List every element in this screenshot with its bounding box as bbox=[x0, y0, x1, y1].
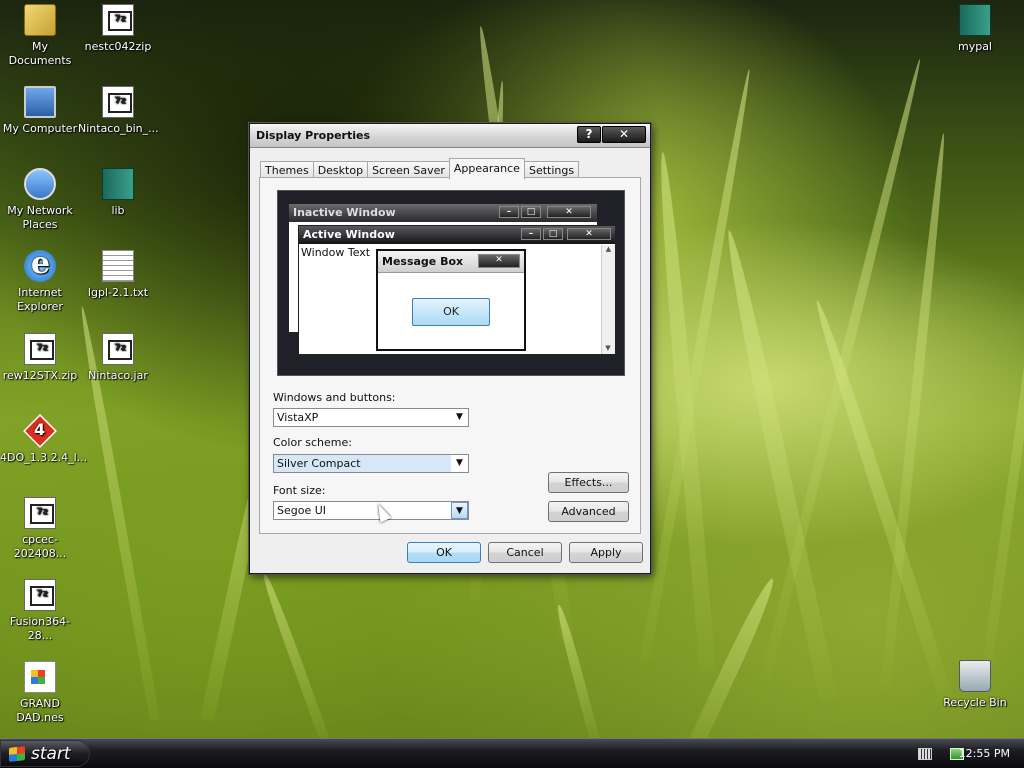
display-properties-dialog: Display Properties ? ✕ Themes Desktop Scre… bbox=[249, 123, 651, 574]
cancel-button[interactable]: Cancel bbox=[488, 542, 562, 563]
appearance-preview: Inactive Window – □ ✕ Active Window – □ … bbox=[277, 190, 625, 376]
book-icon bbox=[102, 168, 134, 200]
ok-button[interactable]: OK bbox=[407, 542, 481, 563]
4do-app-icon: 4 bbox=[23, 414, 57, 448]
desktop-icon-my-network-places[interactable]: My Network Places bbox=[0, 168, 80, 232]
archive-7z-icon bbox=[102, 4, 134, 36]
internet-explorer-icon bbox=[24, 246, 56, 282]
clock[interactable]: 12:55 PM bbox=[959, 747, 1010, 760]
chevron-down-icon: ▼ bbox=[451, 455, 468, 472]
minimize-icon: – bbox=[521, 228, 541, 240]
help-icon: ? bbox=[585, 127, 593, 141]
archive-7z-icon bbox=[24, 579, 56, 611]
desktop-icon-recycle-bin[interactable]: Recycle Bin bbox=[935, 660, 1015, 710]
effects-button[interactable]: Effects... bbox=[548, 472, 629, 493]
maximize-icon: □ bbox=[543, 228, 563, 240]
close-icon: ✕ bbox=[567, 228, 611, 240]
color-scheme-label: Color scheme: bbox=[273, 436, 352, 449]
windows-buttons-select[interactable]: VistaXP ▼ bbox=[273, 408, 469, 427]
close-icon: ✕ bbox=[478, 254, 520, 268]
preview-active-title: Active Window bbox=[303, 228, 395, 241]
font-size-select[interactable]: Segoe UI ▼ bbox=[273, 501, 469, 520]
scroll-down-icon: ▼ bbox=[605, 344, 611, 352]
close-icon: ✕ bbox=[547, 206, 591, 218]
preview-message-title: Message Box bbox=[382, 255, 464, 268]
book-icon bbox=[959, 4, 991, 36]
desktop-icon-cpcec[interactable]: cpcec-202408... bbox=[0, 497, 80, 561]
maximize-icon: □ bbox=[521, 206, 541, 218]
apply-button[interactable]: Apply bbox=[569, 542, 643, 563]
preview-window-text: Window Text bbox=[301, 246, 371, 259]
text-file-icon bbox=[102, 250, 134, 282]
preview-message-box: Message Box ✕ OK bbox=[376, 249, 526, 351]
preview-ok-button: OK bbox=[412, 298, 490, 326]
recycle-bin-icon bbox=[959, 660, 991, 692]
font-size-label: Font size: bbox=[273, 484, 326, 497]
desktop-icon-mypal[interactable]: mypal bbox=[935, 4, 1015, 54]
tab-strip: Themes Desktop Screen Saver Appearance Setti… bbox=[260, 158, 580, 180]
chevron-down-icon: ▼ bbox=[456, 412, 463, 422]
archive-7z-icon bbox=[24, 497, 56, 529]
chevron-down-icon: ▼ bbox=[451, 502, 468, 519]
desktop-icon-lib[interactable]: lib bbox=[78, 168, 158, 218]
desktop-icon-grand-dad[interactable]: GRAND DAD.nes bbox=[0, 661, 80, 725]
start-button[interactable]: start bbox=[0, 740, 90, 767]
nes-rom-icon bbox=[24, 661, 56, 693]
advanced-button[interactable]: Advanced bbox=[548, 501, 629, 522]
taskbar: start 12:55 PM bbox=[0, 738, 1024, 768]
desktop-icon-rew12stx[interactable]: rew12STX.zip bbox=[0, 333, 80, 383]
windows-logo-icon bbox=[9, 746, 25, 762]
computer-icon bbox=[24, 86, 56, 118]
tab-appearance[interactable]: Appearance bbox=[448, 158, 525, 180]
desktop-icon-fusion364[interactable]: Fusion364-28... bbox=[0, 579, 80, 643]
color-scheme-select[interactable]: Silver Compact ▼ bbox=[273, 454, 469, 473]
minimize-icon: – bbox=[499, 206, 519, 218]
desktop-icon-my-computer[interactable]: My Computer bbox=[0, 86, 80, 136]
desktop-icon-nestc042zip[interactable]: nestc042zip bbox=[78, 4, 158, 54]
archive-7z-icon bbox=[102, 86, 134, 118]
close-icon: ✕ bbox=[618, 127, 630, 141]
desktop-icon-4do[interactable]: 4 4DO_1.3.2.4_l... bbox=[0, 414, 87, 465]
folder-icon bbox=[24, 4, 56, 36]
desktop-icon-my-documents[interactable]: My Documents bbox=[0, 4, 80, 68]
windows-buttons-label: Windows and buttons: bbox=[273, 391, 396, 404]
start-label: start bbox=[31, 744, 71, 764]
network-icon bbox=[24, 168, 56, 200]
help-button[interactable]: ? bbox=[577, 126, 601, 143]
dialog-title: Display Properties bbox=[256, 129, 371, 142]
archive-7z-icon bbox=[24, 333, 56, 365]
preview-scrollbar: ▲ ▼ bbox=[601, 245, 615, 354]
dialog-titlebar[interactable]: Display Properties ? ✕ bbox=[250, 124, 650, 148]
keyboard-icon[interactable] bbox=[918, 748, 932, 760]
desktop-icon-lgpl[interactable]: lgpl-2.1.txt bbox=[78, 250, 158, 300]
scroll-up-icon: ▲ bbox=[605, 245, 612, 253]
system-tray: 12:55 PM bbox=[894, 739, 1024, 768]
desktop-icon-internet-explorer[interactable]: Internet Explorer bbox=[0, 246, 80, 314]
preview-inactive-title: Inactive Window bbox=[293, 206, 396, 219]
archive-7z-icon bbox=[102, 333, 134, 365]
appearance-panel: Inactive Window – □ ✕ Active Window – □ … bbox=[259, 177, 641, 534]
close-button[interactable]: ✕ bbox=[602, 126, 646, 143]
desktop-icon-nintaco-bin[interactable]: Nintaco_bin_... bbox=[78, 86, 159, 136]
desktop-icon-nintaco-jar[interactable]: Nintaco.jar bbox=[78, 333, 158, 383]
